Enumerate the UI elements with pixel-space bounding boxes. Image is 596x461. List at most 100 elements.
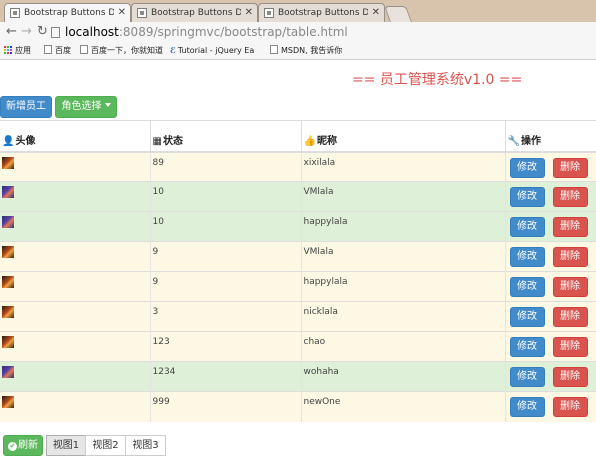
actions-cell: 修改 删除 <box>504 181 596 212</box>
view-1-button[interactable]: 视图1 <box>46 435 86 456</box>
edit-button[interactable]: 修改 <box>509 307 545 327</box>
bookmarks-bar: 应用 百度 百度一下，你就知道 ℰ Tutorial - jQuery Ea MS… <box>0 42 596 60</box>
nickname-value: VMlala <box>303 187 334 197</box>
avatar <box>2 336 14 348</box>
view-label: 视图3 <box>132 440 159 451</box>
table-row: 999 newOne 修改 删除 <box>0 391 596 422</box>
edit-label: 修改 <box>517 401 537 412</box>
edit-button[interactable]: 修改 <box>509 367 545 387</box>
delete-button[interactable]: 删除 <box>552 187 588 207</box>
delete-button[interactable]: 删除 <box>552 337 588 357</box>
apps-icon <box>4 46 12 54</box>
nickname-cell: happylala <box>300 271 505 302</box>
bookmark-msdn[interactable]: MSDN, 我告诉你 <box>270 42 342 59</box>
nickname-cell: xixilala <box>300 151 505 182</box>
table-row: 123 chao 修改 删除 <box>0 331 596 362</box>
close-icon[interactable]: ✕ <box>245 4 253 22</box>
avatar-cell <box>0 211 150 242</box>
status-cell: 89 <box>149 151 301 182</box>
avatar-cell <box>0 301 150 332</box>
avatar <box>2 306 14 318</box>
actions-cell: 修改 删除 <box>504 211 596 242</box>
status-value: 123 <box>152 337 170 347</box>
forward-icon[interactable]: → <box>21 23 32 41</box>
edit-button[interactable]: 修改 <box>509 157 545 178</box>
status-cell: 999 <box>149 391 301 422</box>
delete-button[interactable]: 删除 <box>552 367 588 387</box>
browser-tab[interactable]: Bootstrap Buttons Dem ✕ <box>4 3 131 22</box>
status-value: 89 <box>152 157 164 168</box>
status-value: 1234 <box>152 367 176 377</box>
delete-label: 删除 <box>560 221 580 232</box>
actions-cell: 修改 删除 <box>504 361 596 392</box>
edit-label: 修改 <box>517 371 537 382</box>
avatar <box>2 186 14 198</box>
avatar-cell <box>0 181 150 212</box>
actions-cell: 修改 删除 <box>504 271 596 302</box>
status-cell: 10 <box>149 211 301 242</box>
close-icon[interactable]: ✕ <box>118 4 126 22</box>
avatar <box>2 276 14 288</box>
refresh-button[interactable]: ✔ 刷新 <box>3 435 43 456</box>
close-icon[interactable]: ✕ <box>372 4 380 22</box>
view-label: 视图1 <box>52 440 80 451</box>
delete-button[interactable]: 删除 <box>552 157 588 178</box>
add-employee-button[interactable]: 新增员工 <box>0 96 52 118</box>
status-cell: 10 <box>149 181 301 212</box>
new-tab-button[interactable] <box>384 6 412 22</box>
back-icon[interactable]: ← <box>6 23 17 41</box>
browser-tab[interactable]: Bootstrap Buttons Dem ✕ <box>131 3 258 22</box>
column-label: 昵称 <box>316 135 337 147</box>
nickname-cell: VMlala <box>300 181 505 212</box>
bookmark-apps[interactable]: 应用 <box>4 42 31 59</box>
view-3-button[interactable]: 视图3 <box>125 435 166 456</box>
page-icon <box>80 45 88 54</box>
status-cell: 9 <box>149 241 301 272</box>
bookmark-jquery[interactable]: ℰ Tutorial - jQuery Ea <box>170 42 254 59</box>
avatar <box>2 366 14 378</box>
edit-button[interactable]: 修改 <box>509 187 545 207</box>
edit-label: 修改 <box>517 221 537 232</box>
add-employee-label: 新增员工 <box>6 101 46 112</box>
thumbs-up-icon: 👍 <box>303 135 316 147</box>
nickname-value: newOne <box>303 397 341 407</box>
avatar <box>2 396 14 408</box>
view-2-button[interactable]: 视图2 <box>85 435 126 456</box>
delete-label: 删除 <box>560 341 580 352</box>
edit-button[interactable]: 修改 <box>509 337 545 357</box>
table-row: 89 xixilala 修改 删除 <box>0 151 596 182</box>
bookmark-label: 百度一下，你就知道 <box>91 46 163 55</box>
bookmark-label: Tutorial - jQuery Ea <box>177 46 255 55</box>
delete-label: 删除 <box>560 251 580 262</box>
status-value: 10 <box>152 217 164 227</box>
employee-table: 👤头像 ▦状态 👍昵称 🔧操作 89 xixilala 修改 删除 10 VMlala 修改… <box>0 120 596 422</box>
avatar-cell <box>0 151 150 182</box>
bookmark-baidu-search[interactable]: 百度一下，你就知道 <box>80 42 163 59</box>
avatar <box>2 216 14 228</box>
edit-button[interactable]: 修改 <box>509 247 545 267</box>
delete-button[interactable]: 删除 <box>552 217 588 237</box>
edit-label: 修改 <box>517 251 537 262</box>
nickname-cell: chao <box>300 331 505 362</box>
bookmark-baidu[interactable]: 百度 <box>44 42 71 59</box>
bookmark-label: 应用 <box>15 46 31 55</box>
grid-icon: ▦ <box>152 135 162 147</box>
delete-button[interactable]: 删除 <box>552 247 588 267</box>
nickname-cell: newOne <box>300 391 505 422</box>
browser-tab[interactable]: Bootstrap Buttons Dem ✕ <box>258 3 385 22</box>
nickname-value: wohaha <box>303 367 339 377</box>
url-field[interactable]: localhost:8089/springmvc/bootstrap/table… <box>51 24 591 40</box>
delete-button[interactable]: 删除 <box>552 277 588 297</box>
edit-button[interactable]: 修改 <box>509 217 545 237</box>
nickname-value: chao <box>303 337 326 347</box>
edit-button[interactable]: 修改 <box>509 277 545 297</box>
edit-button[interactable]: 修改 <box>509 397 545 417</box>
delete-button[interactable]: 删除 <box>552 397 588 417</box>
edit-label: 修改 <box>517 341 537 352</box>
delete-button[interactable]: 删除 <box>552 307 588 327</box>
reload-icon[interactable]: ↻ <box>37 23 48 41</box>
role-select-dropdown[interactable]: 角色选择 <box>55 96 117 118</box>
status-cell: 3 <box>149 301 301 332</box>
edit-label: 修改 <box>517 311 537 322</box>
bookmark-label: 百度 <box>55 46 71 55</box>
